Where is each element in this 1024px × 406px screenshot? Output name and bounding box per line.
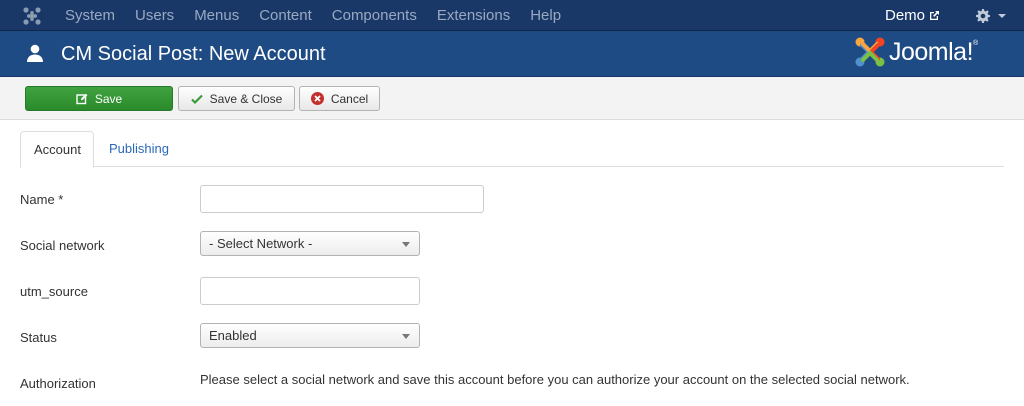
menu-extensions[interactable]: Extensions: [427, 0, 520, 31]
cancel-circle-icon: [310, 92, 324, 105]
chevron-down-icon: [998, 13, 1006, 18]
status-value: Enabled: [209, 328, 257, 343]
site-link[interactable]: Demo: [885, 7, 940, 24]
menu-users[interactable]: Users: [125, 0, 184, 31]
toolbar: Save Save & Close Cancel: [0, 77, 1024, 120]
menu-menus[interactable]: Menus: [184, 0, 249, 31]
menu-content[interactable]: Content: [249, 0, 322, 31]
cancel-button-label: Cancel: [330, 91, 369, 106]
joomla-brand-text: Joomla!: [889, 37, 974, 66]
menu-help[interactable]: Help: [520, 0, 571, 31]
top-navbar: System Users Menus Content Components Ex…: [0, 0, 1024, 31]
joomla-brand-logo: Joomla! ®: [854, 35, 978, 69]
utm-source-label: utm_source: [20, 284, 88, 299]
authorization-label: Authorization: [20, 376, 96, 391]
gear-icon: [976, 8, 990, 23]
user-settings-menu[interactable]: [976, 8, 1006, 23]
chevron-down-icon: [402, 334, 410, 339]
menu-components[interactable]: Components: [322, 0, 427, 31]
save-button-label: Save: [94, 91, 123, 106]
main-menu: System Users Menus Content Components Ex…: [55, 0, 571, 31]
social-network-select[interactable]: - Select Network -: [200, 231, 420, 256]
joomla-logo-icon: [855, 37, 885, 67]
edit-icon: [76, 93, 88, 104]
user-icon: [27, 44, 43, 62]
joomla-logo-icon[interactable]: [22, 6, 42, 26]
check-icon: [190, 94, 203, 104]
utm-source-field[interactable]: [200, 277, 420, 305]
page-title: CM Social Post: New Account: [61, 43, 326, 65]
status-label: Status: [20, 330, 57, 345]
name-label: Name *: [20, 192, 64, 207]
social-network-value: - Select Network -: [209, 236, 313, 251]
page-header: CM Social Post: New Account Joomla! ®: [0, 31, 1024, 77]
social-network-label: Social network: [20, 238, 105, 253]
form-tabs: Account Publishing: [20, 131, 1004, 168]
menu-system[interactable]: System: [55, 0, 125, 31]
authorization-message: Please select a social network and save …: [200, 372, 910, 387]
save-button[interactable]: Save: [25, 86, 173, 111]
name-field[interactable]: [200, 185, 484, 213]
external-link-icon: [930, 11, 939, 20]
status-select[interactable]: Enabled: [200, 323, 420, 348]
registered-mark: ®: [973, 39, 979, 47]
tab-account[interactable]: Account: [20, 131, 94, 168]
site-link-label: Demo: [884, 7, 925, 24]
chevron-down-icon: [402, 242, 410, 247]
save-close-button-label: Save & Close: [209, 91, 283, 106]
tab-publishing[interactable]: Publishing: [96, 131, 182, 167]
save-close-button[interactable]: Save & Close: [178, 86, 295, 111]
navbar-right: Demo: [885, 0, 1006, 31]
cancel-button[interactable]: Cancel: [299, 86, 380, 111]
